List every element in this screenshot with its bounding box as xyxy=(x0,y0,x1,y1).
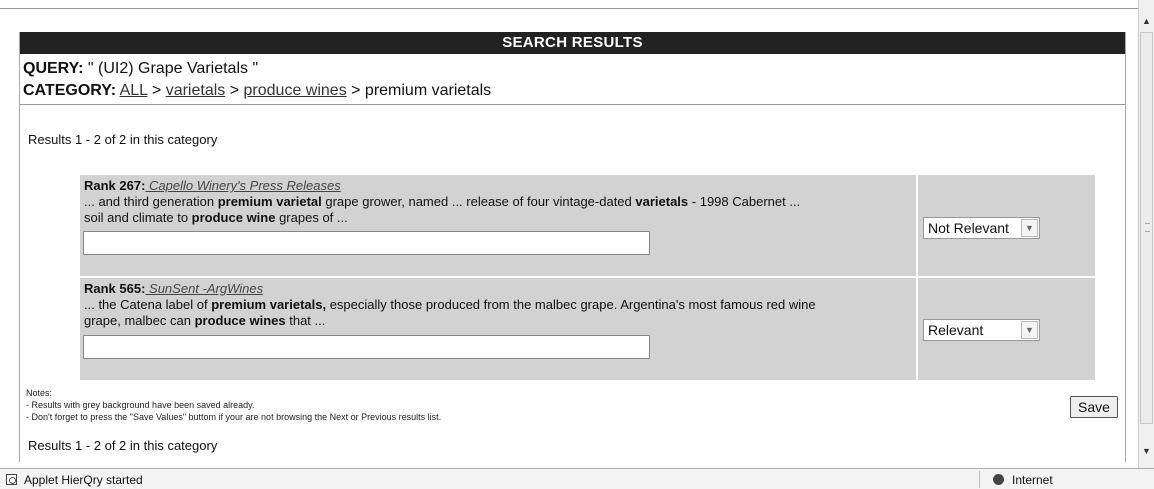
snippet-highlight: premium varietals, xyxy=(211,297,327,312)
result-snippet-line: soil and climate to produce wine grapes … xyxy=(84,210,912,226)
snippet-text: grape, malbec can xyxy=(84,313,195,328)
rank-label: Rank 565: xyxy=(84,281,146,296)
notes-line: - Don't forget to press the "Save Values… xyxy=(26,412,442,422)
header-divider xyxy=(20,104,1125,105)
down-arrow-icon[interactable]: ▼ xyxy=(1139,444,1154,459)
relevance-cell: Relevant ▼ xyxy=(918,278,1095,380)
snippet-text: that ... xyxy=(285,313,326,328)
relevance-select[interactable]: Relevant ▼ xyxy=(923,319,1040,341)
results-panel: SEARCH RESULTS QUERY: " (UI2) Grape Vari… xyxy=(19,32,1126,462)
scrollbar-thumb[interactable] xyxy=(1140,32,1153,424)
status-text: Applet HierQry started xyxy=(24,473,143,487)
snippet-highlight: varietals xyxy=(635,194,689,209)
snippet-text: soil and climate to xyxy=(84,210,192,225)
query-label: QUERY: xyxy=(23,60,84,77)
snippet-text: especially those produced from the malbe… xyxy=(326,297,816,312)
security-zone-label: Internet xyxy=(1012,473,1053,487)
save-button[interactable]: Save xyxy=(1070,396,1118,418)
result-snippet-line: ... and third generation premium varieta… xyxy=(84,194,912,210)
result-rank: Rank 565: SunSent -ArgWines xyxy=(84,281,263,296)
breadcrumb-link-varietals[interactable]: varietals xyxy=(166,82,226,99)
breadcrumb-separator: > xyxy=(147,82,166,99)
comment-input[interactable] xyxy=(83,231,650,255)
vertical-scrollbar[interactable]: ▲ ▼ xyxy=(1138,0,1154,468)
snippet-highlight: premium varietal xyxy=(217,194,322,209)
grip-icon xyxy=(1145,223,1150,232)
breadcrumb-separator: > xyxy=(346,82,365,99)
relevance-selected-value: Not Relevant xyxy=(928,220,1009,236)
notes-section: Notes: - Results with grey background ha… xyxy=(26,387,441,423)
result-snippet-line: ... the Catena label of premium varietal… xyxy=(84,297,912,313)
relevance-cell: Not Relevant ▼ xyxy=(918,175,1095,276)
query-line: QUERY: " (UI2) Grape Varietals " xyxy=(23,60,258,78)
page-icon xyxy=(6,474,17,485)
breadcrumb-current: premium varietals xyxy=(364,82,492,99)
category-label: CATEGORY: xyxy=(23,82,117,99)
up-arrow-icon[interactable]: ▲ xyxy=(1139,14,1154,29)
breadcrumb: CATEGORY: ALL > varietals > produce wine… xyxy=(23,82,491,100)
chevron-down-icon[interactable]: ▼ xyxy=(1021,219,1038,237)
result-row: Rank 267: Capello Winery's Press Release… xyxy=(80,175,916,276)
notes-title: Notes: xyxy=(26,388,53,398)
snippet-text: grapes of ... xyxy=(275,210,348,225)
snippet-text: ... and third generation xyxy=(84,194,218,209)
chevron-down-icon[interactable]: ▼ xyxy=(1021,321,1038,339)
relevance-selected-value: Relevant xyxy=(928,322,984,338)
results-table: Rank 267: Capello Winery's Press Release… xyxy=(80,175,1095,380)
breadcrumb-link-produce-wines[interactable]: produce wines xyxy=(244,82,347,99)
snippet-highlight: produce wines xyxy=(194,313,286,328)
top-border xyxy=(0,8,1138,9)
rank-label: Rank 267: xyxy=(84,178,146,193)
result-row: Rank 565: SunSent -ArgWines ... the Cate… xyxy=(80,278,916,380)
result-snippet-line: grape, malbec can produce wines that ... xyxy=(84,313,912,329)
browser-viewport: SEARCH RESULTS QUERY: " (UI2) Grape Vari… xyxy=(0,0,1138,468)
relevance-select[interactable]: Not Relevant ▼ xyxy=(923,217,1040,239)
page-title: SEARCH RESULTS xyxy=(20,32,1125,54)
result-title-link[interactable]: SunSent -ArgWines xyxy=(145,281,263,296)
snippet-text: grape grower, named ... release of four … xyxy=(321,194,636,209)
globe-icon xyxy=(993,474,1004,485)
snippet-highlight: produce wine xyxy=(191,210,276,225)
snippet-text: ... the Catena label of xyxy=(84,297,212,312)
notes-line: - Results with grey background have been… xyxy=(26,400,255,410)
breadcrumb-link-all[interactable]: ALL xyxy=(120,82,148,99)
result-title-link[interactable]: Capello Winery's Press Releases xyxy=(145,178,341,193)
breadcrumb-separator: > xyxy=(225,82,244,99)
results-count-top: Results 1 - 2 of 2 in this category xyxy=(28,132,218,147)
status-divider xyxy=(979,471,980,488)
comment-input[interactable] xyxy=(83,335,650,359)
results-count-bottom: Results 1 - 2 of 2 in this category xyxy=(28,438,218,453)
snippet-text: - 1998 Cabernet ... xyxy=(688,194,801,209)
status-bar: Applet HierQry started Internet xyxy=(0,468,1154,489)
result-rank: Rank 267: Capello Winery's Press Release… xyxy=(84,178,341,193)
query-value: " (UI2) Grape Varietals " xyxy=(83,60,259,77)
